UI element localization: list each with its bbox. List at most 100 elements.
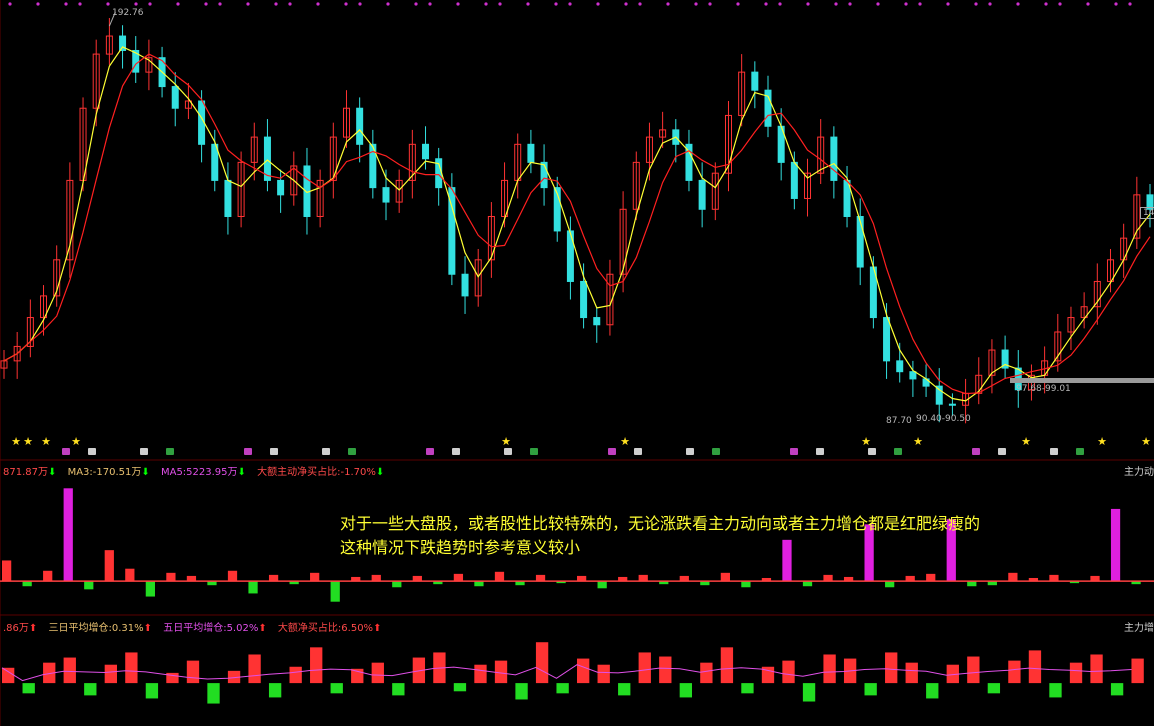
flow-bar: [885, 581, 895, 588]
flow-bar: [392, 581, 402, 588]
candle-body: [883, 317, 891, 362]
signal-dot: [526, 2, 530, 6]
panel3-title: 主力增: [1124, 623, 1154, 634]
signal-tag: [452, 448, 460, 455]
flow-bar: [535, 574, 546, 582]
signal-dot: [246, 2, 250, 6]
candle-body: [830, 136, 838, 181]
panel2-legend-ma5: MA5:5223.95万⬇: [160, 467, 246, 478]
position-bar: [1008, 660, 1021, 684]
signal-dot: [694, 2, 698, 6]
signal-star: ★: [913, 435, 923, 448]
range-label-b: 97.68-99.01: [1016, 384, 1071, 394]
signal-dot: [358, 2, 362, 6]
position-bar: [679, 683, 692, 698]
panel2-title: 主力动向: [1124, 467, 1154, 478]
position-bar: [22, 683, 35, 694]
flow-bar: [227, 570, 238, 582]
signal-tag: [998, 448, 1006, 455]
signal-star: ★: [861, 435, 871, 448]
panel3-legend-ratio: 大额净买占比:6.50%⬆: [277, 623, 382, 634]
flow-bar: [248, 581, 258, 594]
flow-bar: [1049, 574, 1059, 582]
signal-dot: [274, 2, 278, 6]
signal-tag: [972, 448, 980, 455]
flow-bar: [802, 581, 813, 587]
chart-stage: ★ ★ ★ ★ ★ ★ ★ ★ ★ ★ ★ 192.76 87.70 90.40-90.50 97.…: [0, 0, 1154, 726]
signal-dot: [428, 2, 432, 6]
flow-bar: [577, 575, 587, 582]
signal-tag: [790, 448, 798, 455]
flow-bar: [166, 572, 176, 582]
position-bar: [1069, 662, 1083, 684]
signal-dot: [64, 2, 68, 6]
right-edge-price-label: 14: [1140, 207, 1154, 219]
candle-body: [909, 371, 917, 380]
position-bar: [967, 656, 980, 684]
position-bar: [494, 660, 508, 684]
flow-bar: [125, 568, 135, 582]
flow-bar: [720, 572, 730, 582]
flow-bar: [1090, 575, 1100, 582]
signal-dot: [764, 2, 768, 6]
candle-body: [751, 71, 759, 91]
flow-bar: [2, 560, 12, 582]
signal-dot: [596, 2, 600, 6]
signal-dot: [876, 2, 880, 6]
candle-body: [935, 385, 943, 405]
signal-dot: [1086, 2, 1090, 6]
position-bar: [1131, 658, 1144, 684]
position-bar: [597, 664, 610, 684]
signal-tag: [244, 448, 252, 455]
position-bar: [659, 656, 672, 684]
panel3-legend-value: .86万⬆: [3, 623, 38, 634]
panel3-legend-5day: 五日平均增仓:5.02%⬆: [163, 623, 267, 634]
annotation-line-2: 这种情况下跌趋势时参考意义较小: [340, 538, 581, 557]
signal-dot: [1044, 2, 1048, 6]
signal-dot: [386, 2, 390, 6]
signal-star: ★: [11, 435, 21, 448]
signal-tag: [504, 448, 512, 455]
flow-bar: [145, 581, 155, 597]
position-bar: [987, 683, 1001, 694]
signal-dot: [36, 2, 40, 6]
flow-bar: [1008, 572, 1018, 582]
signal-tag: [816, 448, 824, 455]
position-bar: [207, 683, 220, 704]
position-bar: [289, 666, 302, 684]
position-bar: [618, 683, 631, 696]
position-bar: [905, 662, 918, 684]
candle-body: [948, 403, 956, 406]
position-bar: [453, 683, 467, 692]
signal-tag: [1050, 448, 1058, 455]
candle-body: [356, 107, 364, 145]
signal-tag: [634, 448, 642, 455]
flow-bar: [905, 575, 915, 582]
signal-dot: [8, 2, 12, 6]
signal-star: ★: [71, 435, 81, 448]
candle-body: [527, 143, 535, 163]
position-bar: [1110, 683, 1124, 696]
position-bar: [392, 683, 405, 696]
signal-dot: [218, 2, 222, 6]
signal-dot: [148, 2, 152, 6]
position-bar: [638, 652, 651, 684]
flow-bar: [310, 572, 320, 582]
position-bar: [1090, 654, 1103, 684]
signal-star: ★: [1021, 435, 1031, 448]
panel2-legend-ratio: 大额主动净买占比:-1.70%⬇: [257, 467, 385, 478]
position-bar: [1049, 683, 1062, 698]
signal-dot: [806, 2, 810, 6]
position-bar: [310, 647, 323, 684]
panel3-legend-3day: 三日平均增仓:0.31%⬆: [48, 623, 153, 634]
candle-body: [171, 86, 179, 109]
candle-body: [461, 273, 469, 297]
candle-body: [856, 216, 864, 268]
position-bar: [1028, 650, 1042, 684]
candle-body: [224, 179, 232, 217]
panel2-legend-value: 871.87万⬇: [3, 467, 57, 478]
signal-dot: [638, 2, 642, 6]
flow-bar: [268, 574, 279, 582]
position-bar: [885, 652, 898, 684]
signal-dot: [484, 2, 488, 6]
